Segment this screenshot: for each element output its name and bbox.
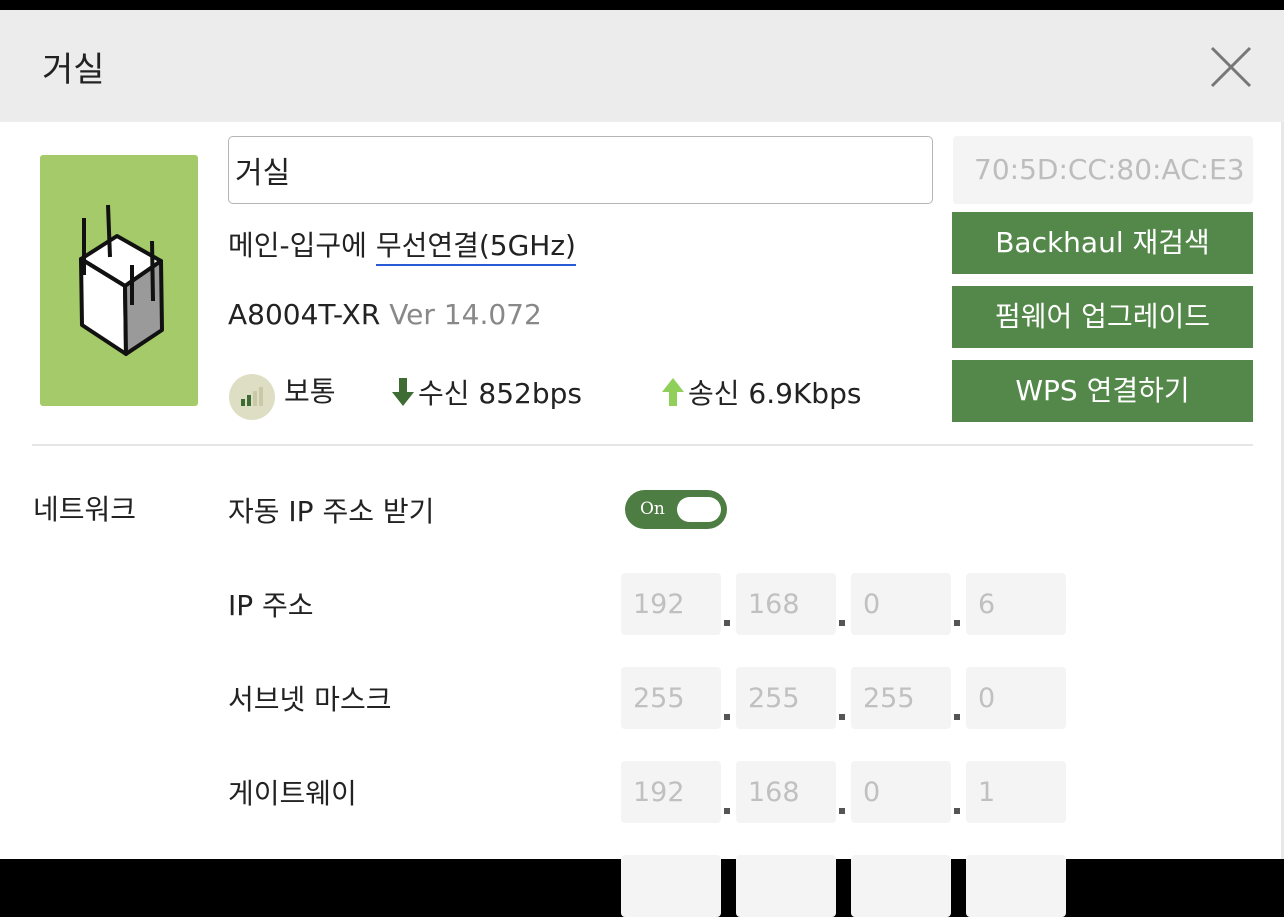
tx-rate: 송신 6.9Kbps	[662, 372, 861, 412]
toggle-knob	[677, 497, 721, 522]
ip-octet-1[interactable]: 192	[621, 573, 721, 635]
device-name-input[interactable]	[228, 136, 933, 204]
octet-separator	[724, 714, 730, 720]
signal-strength-label: 보통	[284, 375, 336, 408]
octet-separator	[954, 714, 960, 720]
gateway-octet-2[interactable]: 168	[736, 761, 836, 823]
connection-info: 메인-입구에 무선연결(5GHz)	[228, 224, 576, 266]
octet-separator	[724, 620, 730, 626]
wps-connect-button[interactable]: WPS 연결하기	[952, 360, 1253, 422]
auto-ip-toggle[interactable]: On	[625, 490, 727, 529]
ip-octet-2[interactable]: 168	[736, 573, 836, 635]
firmware-upgrade-button[interactable]: 펌웨어 업그레이드	[952, 286, 1253, 348]
device-settings-panel: 거실 70:5D:CC:80:AC:E3 메인-입구에 무선연결(5GHz) A…	[0, 10, 1284, 917]
subnet-mask-label: 서브넷 마스크	[228, 683, 392, 716]
section-divider	[32, 444, 1253, 446]
next-row-octet-2[interactable]	[736, 855, 836, 917]
router-device-icon	[79, 204, 164, 356]
next-row-octet-3[interactable]	[851, 855, 951, 917]
backhaul-rescan-button[interactable]: Backhaul 재검색	[952, 212, 1253, 274]
close-icon	[1210, 46, 1252, 88]
connection-type-link[interactable]: 무선연결(5GHz)	[375, 229, 576, 266]
rx-rate: 수신 852bps	[392, 372, 582, 412]
firmware-version: Ver 14.072	[389, 298, 542, 331]
subnet-octet-4[interactable]: 0	[966, 667, 1066, 729]
close-button[interactable]	[1200, 38, 1262, 96]
octet-separator	[954, 808, 960, 814]
gateway-octet-3[interactable]: 0	[851, 761, 951, 823]
mac-address-field: 70:5D:CC:80:AC:E3	[953, 136, 1253, 204]
octet-separator	[839, 620, 845, 626]
octet-separator	[839, 714, 845, 720]
connection-prefix: 메인-입구에	[228, 229, 376, 262]
model-info: A8004T-XR Ver 14.072	[228, 298, 542, 331]
ip-octet-3[interactable]: 0	[851, 573, 951, 635]
device-image	[40, 155, 198, 406]
gateway-octet-1[interactable]: 192	[621, 761, 721, 823]
ip-address-label: IP 주소	[228, 589, 314, 622]
signal-strength-icon	[229, 374, 275, 420]
octet-separator	[954, 620, 960, 626]
model-name: A8004T-XR	[228, 298, 381, 331]
subnet-octet-2[interactable]: 255	[736, 667, 836, 729]
tx-rate-label: 송신 6.9Kbps	[688, 377, 862, 410]
download-arrow-icon	[392, 378, 414, 406]
toggle-state-label: On	[640, 499, 665, 519]
subnet-octet-1[interactable]: 255	[621, 667, 721, 729]
upload-arrow-icon	[662, 378, 684, 406]
panel-header: 거실	[0, 10, 1284, 122]
panel-title: 거실	[42, 50, 105, 90]
next-row-octet-1[interactable]	[621, 855, 721, 917]
network-section-label: 네트워크	[33, 493, 137, 526]
top-status-strip	[0, 0, 1284, 10]
gateway-label: 게이트웨이	[228, 777, 357, 810]
auto-ip-label: 자동 IP 주소 받기	[228, 495, 435, 528]
rx-rate-label: 수신 852bps	[418, 377, 582, 410]
octet-separator	[839, 808, 845, 814]
gateway-octet-4[interactable]: 1	[966, 761, 1066, 823]
octet-separator	[724, 808, 730, 814]
subnet-octet-3[interactable]: 255	[851, 667, 951, 729]
next-row-octet-4[interactable]	[966, 855, 1066, 917]
ip-octet-4[interactable]: 6	[966, 573, 1066, 635]
